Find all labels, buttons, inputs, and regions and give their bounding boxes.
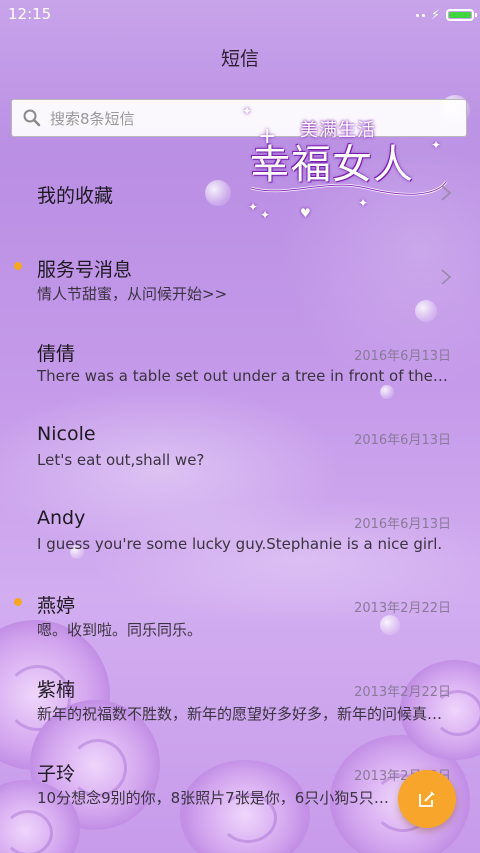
conversation-date: 2016年6月13日 (354, 433, 451, 448)
status-time: 12:15 (8, 5, 52, 23)
list-item-conversation[interactable]: Andy 2016年6月13日 I guess you're some luck… (0, 486, 480, 570)
page-title: 短信 (220, 48, 259, 70)
conversation-preview: There was a table set out under a tree i… (37, 367, 451, 385)
conversation-name: 子玲 (37, 763, 76, 785)
conversation-name: 倩倩 (37, 343, 76, 365)
conversation-name: 我的收藏 (37, 185, 114, 207)
chevron-right-icon (441, 185, 452, 201)
conversation-date: 2013年2月22日 (354, 601, 451, 616)
sparkle-icon: ✦ (242, 104, 253, 118)
list-item-conversation[interactable]: 燕婷 2013年2月22日 嗯。收到啦。同乐同乐。 (0, 570, 480, 654)
conversation-name: 服务号消息 (37, 259, 133, 281)
conversation-name: 燕婷 (37, 595, 76, 617)
conversation-preview: I guess you're some lucky guy.Stephanie … (37, 535, 443, 553)
battery-icon (446, 9, 477, 21)
conversation-date: 2016年6月13日 (354, 349, 451, 364)
unread-dot (14, 262, 22, 270)
compose-icon (419, 791, 435, 807)
conversation-date: 2013年2月22日 (354, 685, 451, 700)
conversation-name: 紫楠 (37, 679, 76, 701)
conversation-date: 2016年6月13日 (354, 517, 451, 532)
list-item-favorites[interactable]: 我的收藏 (0, 150, 480, 234)
list-item-conversation[interactable]: Nicole 2016年6月13日 Let's eat out,shall we… (0, 402, 480, 486)
search-placeholder: 搜索8条短信 (50, 109, 135, 128)
unread-dot (14, 598, 22, 606)
messages-screen: 12:15 ⚡ 短信 搜索8条短信 + 美满生活 幸福女人 ✦ ✦ ✦ ♥ ✦ … (0, 0, 480, 853)
chevron-right-icon (441, 269, 452, 285)
conversation-preview: 嗯。收到啦。同乐同乐。 (37, 621, 203, 639)
list-item-conversation[interactable]: 紫楠 2013年2月22日 新年的祝福数不胜数，新年的愿望好多好多，新年的问候真… (0, 654, 480, 738)
conversation-preview: Let's eat out,shall we? (37, 451, 205, 469)
status-icons: ⚡ (415, 6, 477, 24)
search-icon (23, 109, 41, 127)
conversation-name: Andy (37, 507, 86, 529)
conversation-preview: 情人节甜蜜，从问候开始>> (37, 285, 228, 303)
signal-icon (415, 13, 425, 17)
conversation-preview: 10分想念9别的你，8张照片7张是你，6只小狗5只像你 (37, 789, 397, 807)
bolt-icon: ⚡ (430, 7, 440, 23)
list-item-conversation[interactable]: 倩倩 2016年6月13日 There was a table set out … (0, 318, 480, 402)
conversation-preview: 新年的祝福数不胜数，新年的愿望好多好多，新年的问候真心实意 (37, 705, 451, 723)
list-item-service[interactable]: 服务号消息 情人节甜蜜，从问候开始>> (0, 234, 480, 318)
conversation-name: Nicole (37, 423, 96, 445)
compose-button[interactable] (398, 770, 456, 828)
status-bar: 12:15 ⚡ (0, 0, 480, 30)
